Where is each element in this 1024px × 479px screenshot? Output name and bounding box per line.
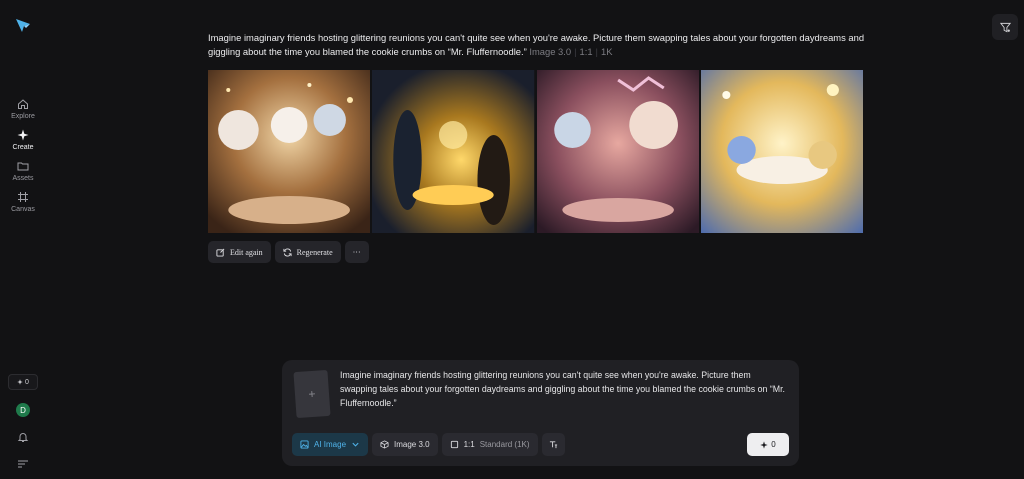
edit-again-button[interactable]: Edit again: [208, 241, 271, 263]
sparkle-icon: [17, 129, 29, 141]
generated-image[interactable]: [372, 70, 535, 233]
edit-icon: [216, 248, 225, 257]
logo-icon[interactable]: [14, 16, 32, 34]
avatar[interactable]: D: [16, 403, 30, 417]
generated-images-grid: [208, 70, 863, 233]
regenerate-label: Regenerate: [296, 247, 333, 257]
resolution-tag: 1K: [600, 46, 613, 57]
add-reference-image-button[interactable]: +: [293, 369, 331, 419]
sidebar-item-label: Create: [12, 144, 34, 151]
sparkle-icon: [760, 440, 768, 449]
ratio-tag: 1:1: [579, 46, 593, 57]
chevron-down-icon: [352, 442, 359, 447]
generated-image[interactable]: [208, 70, 371, 233]
prompt-composer: + Imagine imaginary friends hosting glit…: [282, 360, 799, 466]
home-icon: [17, 99, 28, 109]
refresh-icon: [283, 247, 292, 257]
sidebar-item-label: Explore: [11, 113, 35, 120]
credits-count: 0: [25, 378, 29, 386]
model-selector[interactable]: Image 3.0: [372, 433, 438, 456]
generate-cost: 0: [771, 440, 776, 449]
generated-image[interactable]: [700, 70, 863, 233]
menu-icon[interactable]: [17, 456, 29, 468]
sidebar-item-assets[interactable]: Assets: [12, 160, 34, 182]
generate-button[interactable]: 0: [747, 433, 789, 456]
prompt-input[interactable]: Imagine imaginary friends hosting glitte…: [340, 368, 790, 410]
composer-toolbar: AI Image Image 3.0 1:1 Standard (1K): [292, 433, 565, 456]
sidebar-item-create[interactable]: Create: [12, 129, 34, 151]
frame-icon: [17, 192, 28, 202]
aspect-ratio-selector[interactable]: 1:1 Standard (1K): [441, 433, 538, 456]
result-actions: Edit again Regenerate ···: [208, 241, 369, 263]
result-prompt: Imagine imaginary friends hosting glitte…: [208, 32, 865, 57]
more-icon: ···: [352, 247, 361, 257]
regenerate-button[interactable]: Regenerate: [274, 241, 341, 263]
folder-icon: [17, 162, 29, 171]
mode-label: AI Image: [314, 440, 347, 449]
sidebar-item-canvas[interactable]: Canvas: [11, 191, 35, 213]
sparkle-icon: [17, 379, 23, 385]
model-tag: Image 3.0: [529, 46, 572, 57]
more-options-button[interactable]: ···: [344, 241, 369, 263]
text-icon: [549, 441, 557, 449]
bell-icon[interactable]: [17, 430, 29, 442]
filter-button[interactable]: [992, 14, 1018, 40]
plus-icon: +: [308, 386, 316, 402]
square-icon: [450, 440, 458, 449]
sidebar-item-explore[interactable]: Explore: [11, 98, 35, 120]
sidebar-item-label: Canvas: [11, 206, 35, 213]
filter-icon: [999, 22, 1011, 32]
generated-image[interactable]: [536, 70, 699, 233]
cube-icon: [380, 440, 389, 449]
sidebar-item-label: Assets: [12, 175, 34, 182]
sidebar-nav: Explore Create Assets Canvas: [0, 98, 46, 222]
edit-again-label: Edit again: [230, 247, 263, 257]
mode-selector[interactable]: AI Image: [292, 433, 369, 456]
image-icon: [300, 440, 309, 449]
credits-badge[interactable]: 0: [8, 374, 38, 390]
quality-label: Standard (1K): [479, 440, 530, 449]
sidebar: Explore Create Assets Canvas 0 D: [0, 0, 46, 479]
text-style-button[interactable]: [541, 433, 565, 456]
model-label: Image 3.0: [394, 440, 430, 449]
ratio-label: 1:1: [463, 440, 475, 449]
